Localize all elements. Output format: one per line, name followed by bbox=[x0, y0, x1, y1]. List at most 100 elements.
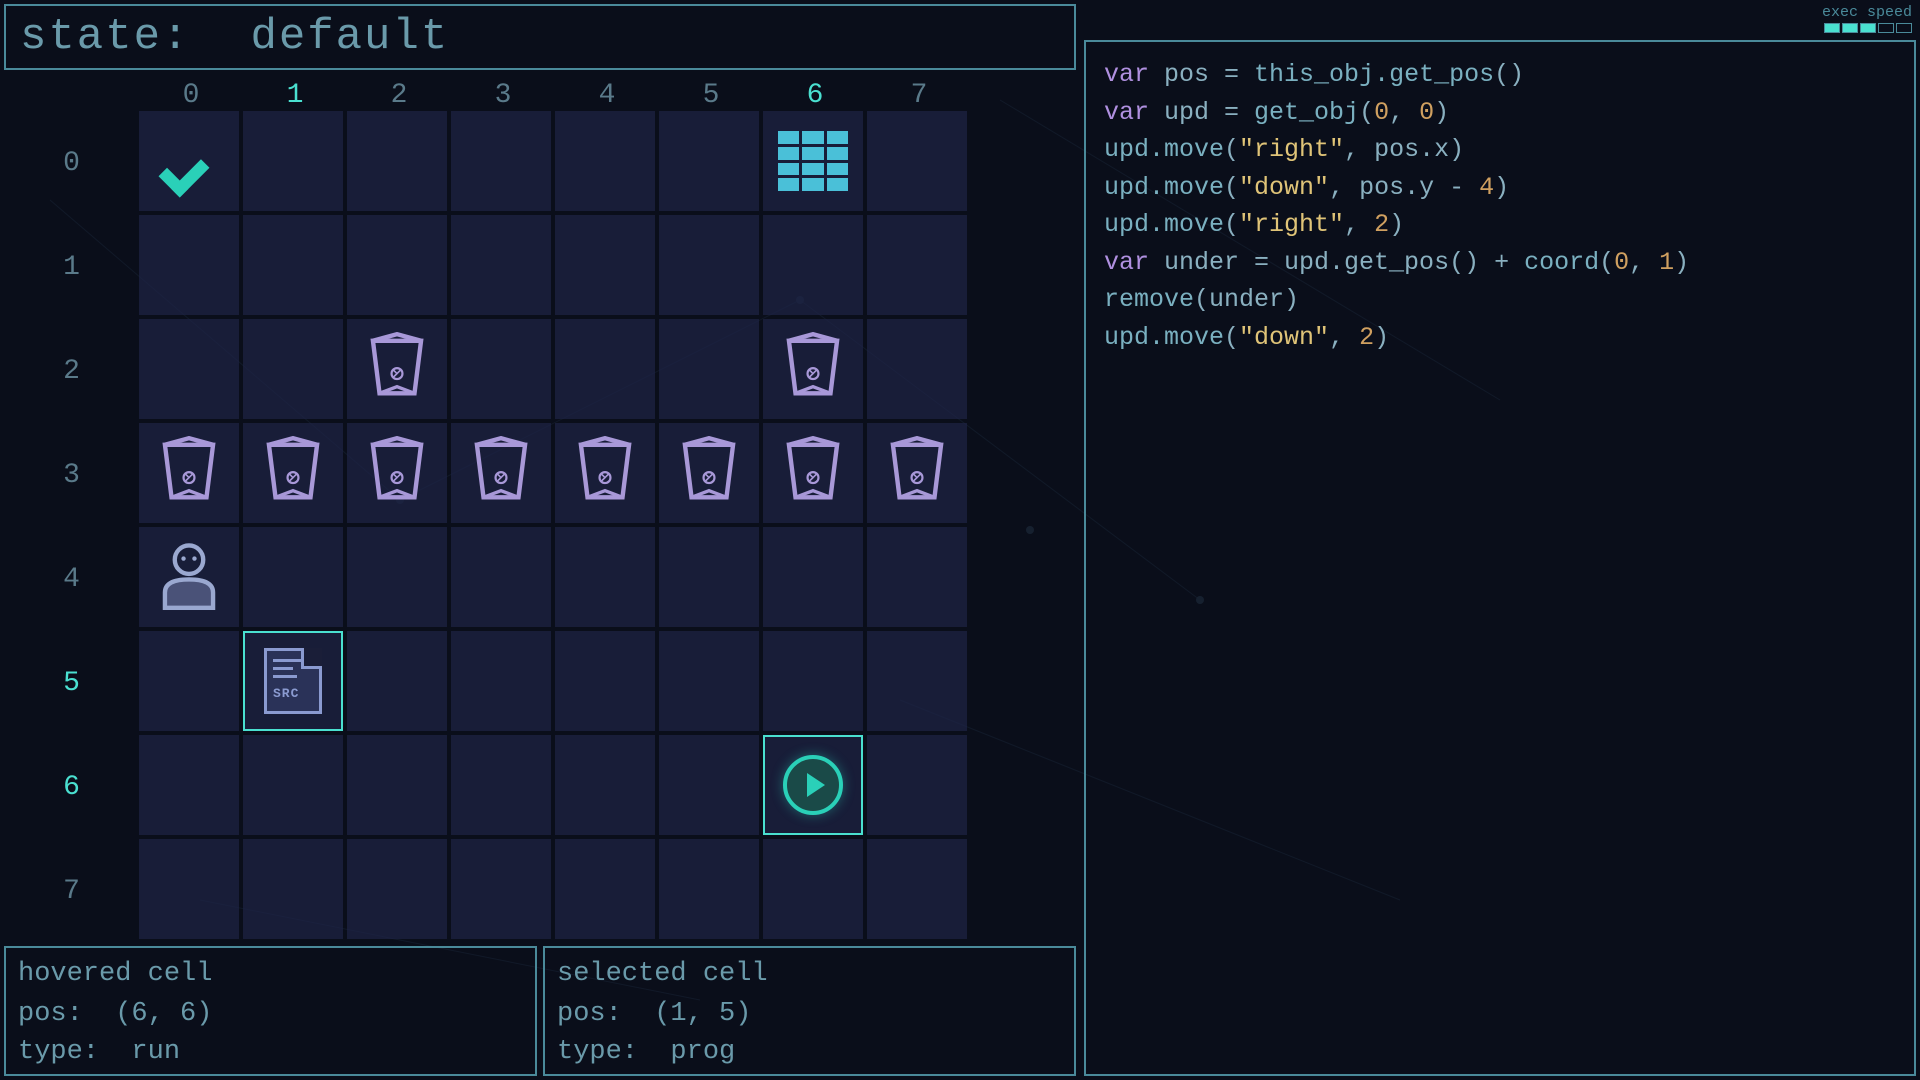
grid-cell[interactable] bbox=[347, 631, 447, 731]
grid-cell[interactable] bbox=[347, 839, 447, 939]
grid-cell[interactable] bbox=[451, 631, 551, 731]
grid-cell[interactable] bbox=[659, 215, 759, 315]
grid-cell[interactable] bbox=[867, 839, 967, 939]
grid-cell[interactable] bbox=[347, 527, 447, 627]
hovered-cell-box: hovered cell pos: (6, 6) type: run bbox=[4, 946, 537, 1076]
col-header: 1 bbox=[243, 80, 347, 111]
grid-cell[interactable] bbox=[659, 839, 759, 939]
code-line: upd.move("down", 2) bbox=[1104, 319, 1896, 357]
grid-cell[interactable] bbox=[347, 215, 447, 315]
src-file-icon: SRC bbox=[264, 648, 322, 714]
grid-cell[interactable] bbox=[867, 735, 967, 835]
grid-cell[interactable] bbox=[763, 527, 863, 627]
trash-icon bbox=[780, 332, 846, 407]
speed-bar[interactable] bbox=[1896, 23, 1912, 33]
speed-bar[interactable] bbox=[1860, 23, 1876, 33]
grid-cell[interactable] bbox=[139, 215, 239, 315]
speed-bar[interactable] bbox=[1878, 23, 1894, 33]
grid-cell[interactable] bbox=[555, 631, 655, 731]
grid-cell[interactable] bbox=[451, 735, 551, 835]
grid-cell[interactable] bbox=[867, 111, 967, 211]
grid-cell[interactable] bbox=[451, 111, 551, 211]
grid-cell[interactable] bbox=[867, 527, 967, 627]
col-header: 4 bbox=[555, 80, 659, 111]
row-header: 1 bbox=[4, 215, 139, 319]
grid-cell[interactable]: SRC bbox=[243, 631, 343, 731]
code-panel[interactable]: var pos = this_obj.get_pos()var upd = ge… bbox=[1084, 40, 1916, 1076]
grid-cell[interactable] bbox=[763, 215, 863, 315]
grid-cell[interactable] bbox=[243, 319, 343, 419]
grid-cell[interactable] bbox=[243, 215, 343, 315]
col-header: 6 bbox=[763, 80, 867, 111]
code-line: var upd = get_obj(0, 0) bbox=[1104, 94, 1896, 132]
grid-cell[interactable] bbox=[243, 839, 343, 939]
grid-cell[interactable] bbox=[867, 631, 967, 731]
code-line: var pos = this_obj.get_pos() bbox=[1104, 56, 1896, 94]
grid-cell[interactable] bbox=[243, 423, 343, 523]
grid-cell[interactable] bbox=[659, 423, 759, 523]
grid-cell[interactable] bbox=[243, 735, 343, 835]
code-line: remove(under) bbox=[1104, 281, 1896, 319]
trash-icon bbox=[676, 436, 742, 511]
grid-cell[interactable] bbox=[451, 527, 551, 627]
grid-cell[interactable] bbox=[555, 735, 655, 835]
grid-cell[interactable] bbox=[659, 111, 759, 211]
grid-cell[interactable] bbox=[763, 839, 863, 939]
grid-cell[interactable] bbox=[555, 423, 655, 523]
check-icon bbox=[159, 136, 219, 186]
grid-cell[interactable] bbox=[243, 111, 343, 211]
row-header: 6 bbox=[4, 735, 139, 839]
firewall-icon bbox=[778, 131, 848, 191]
grid-cell[interactable] bbox=[451, 423, 551, 523]
row-header: 4 bbox=[4, 527, 139, 631]
grid-cell[interactable] bbox=[659, 631, 759, 731]
col-header: 3 bbox=[451, 80, 555, 111]
grid-cell[interactable] bbox=[555, 319, 655, 419]
grid-cell[interactable] bbox=[451, 215, 551, 315]
grid-cell[interactable] bbox=[867, 215, 967, 315]
trash-icon bbox=[364, 436, 430, 511]
grid-cell[interactable] bbox=[763, 423, 863, 523]
grid-cell[interactable] bbox=[867, 423, 967, 523]
exec-speed[interactable]: exec speed bbox=[1822, 4, 1912, 33]
play-icon bbox=[783, 755, 843, 815]
grid-cell[interactable] bbox=[451, 839, 551, 939]
grid-cell[interactable] bbox=[555, 839, 655, 939]
grid-cell[interactable] bbox=[763, 631, 863, 731]
grid-cell[interactable] bbox=[555, 215, 655, 315]
grid-cell[interactable] bbox=[763, 111, 863, 211]
speed-bar[interactable] bbox=[1842, 23, 1858, 33]
speed-bar[interactable] bbox=[1824, 23, 1840, 33]
grid-cell[interactable] bbox=[347, 319, 447, 419]
axis-rows: 01234567 bbox=[4, 111, 139, 943]
grid-cell[interactable] bbox=[139, 319, 239, 419]
grid-cell[interactable] bbox=[347, 423, 447, 523]
row-header: 0 bbox=[4, 111, 139, 215]
code-line: upd.move("right", pos.x) bbox=[1104, 131, 1896, 169]
trash-icon bbox=[572, 436, 638, 511]
grid-cell[interactable] bbox=[243, 527, 343, 627]
grid-cell[interactable] bbox=[659, 735, 759, 835]
grid-cell[interactable] bbox=[763, 735, 863, 835]
grid-cell[interactable] bbox=[139, 423, 239, 523]
grid-cell[interactable] bbox=[347, 735, 447, 835]
grid-cell[interactable] bbox=[347, 111, 447, 211]
game-grid[interactable]: SRC bbox=[139, 111, 967, 943]
grid-cell[interactable] bbox=[867, 319, 967, 419]
grid-cell[interactable] bbox=[139, 839, 239, 939]
exec-speed-label: exec speed bbox=[1822, 4, 1912, 21]
grid-cell[interactable] bbox=[763, 319, 863, 419]
grid-cell[interactable] bbox=[659, 527, 759, 627]
grid-cell[interactable] bbox=[139, 631, 239, 731]
grid-cell[interactable] bbox=[139, 735, 239, 835]
grid-cell[interactable] bbox=[555, 111, 655, 211]
col-header: 7 bbox=[867, 80, 971, 111]
grid-cell[interactable] bbox=[555, 527, 655, 627]
grid-cell[interactable] bbox=[139, 111, 239, 211]
grid-cell[interactable] bbox=[451, 319, 551, 419]
code-line: upd.move("right", 2) bbox=[1104, 206, 1896, 244]
grid-cell[interactable] bbox=[139, 527, 239, 627]
trash-icon bbox=[364, 332, 430, 407]
grid-cell[interactable] bbox=[659, 319, 759, 419]
trash-icon bbox=[156, 436, 222, 511]
